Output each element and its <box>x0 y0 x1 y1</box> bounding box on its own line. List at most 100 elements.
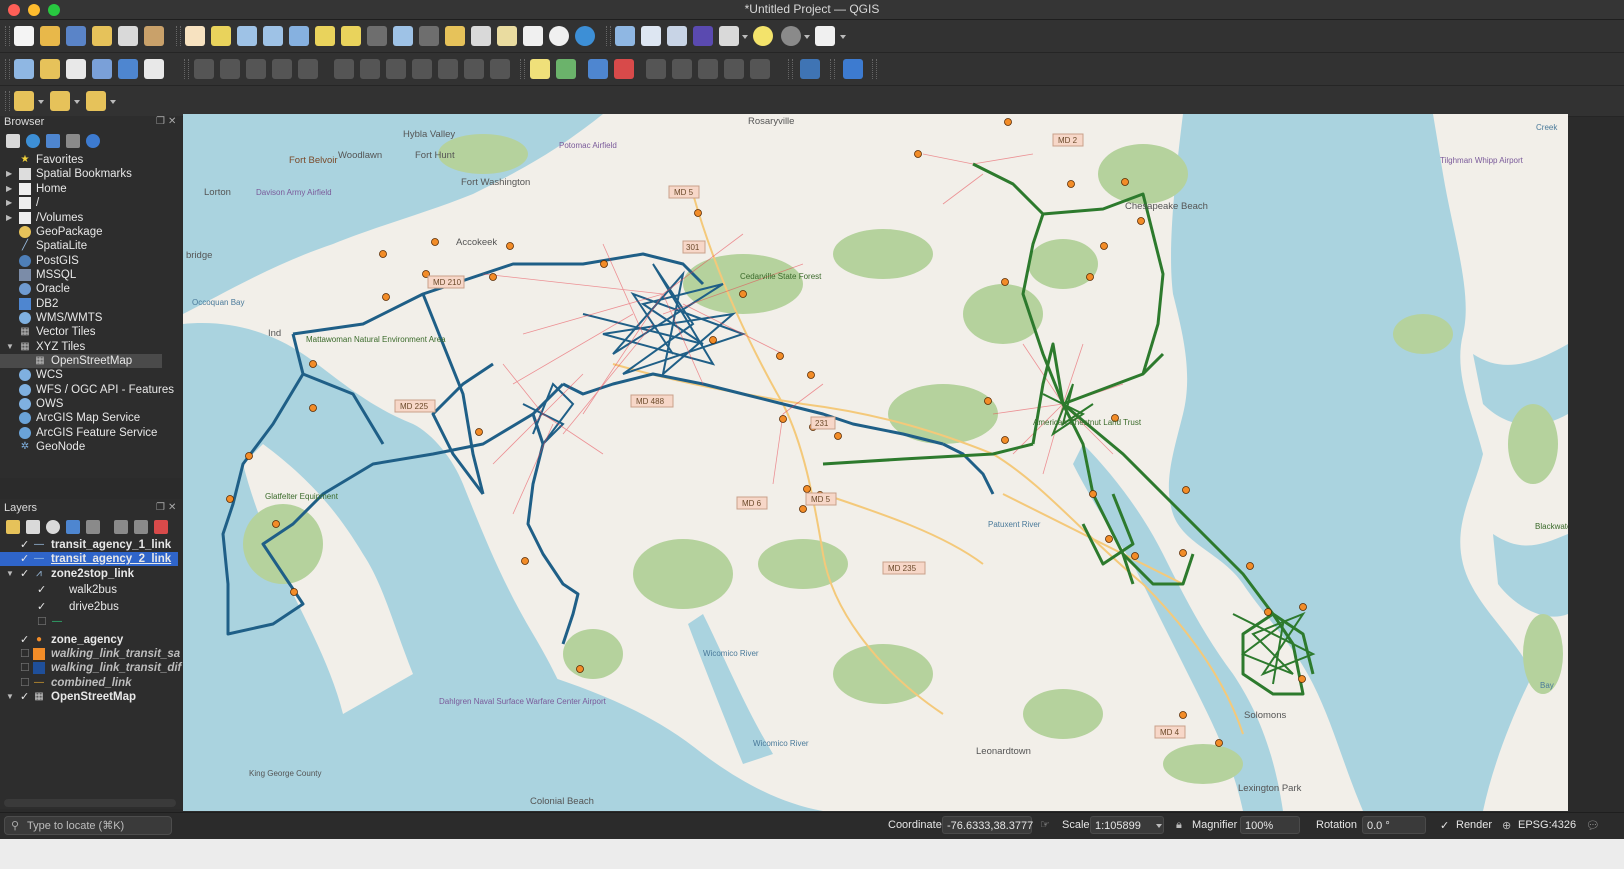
layer-item[interactable]: ▼ ✓ ▦ OpenStreetMap <box>0 690 178 704</box>
select-by-value-icon[interactable] <box>50 91 70 111</box>
measure-icon[interactable] <box>719 26 739 46</box>
change-label-icon[interactable] <box>724 59 744 79</box>
browser-item-arcgis-map[interactable]: ArcGIS Map Service <box>0 411 178 425</box>
statistics-icon[interactable] <box>693 26 713 46</box>
help-icon[interactable] <box>843 59 863 79</box>
gear-icon[interactable] <box>781 26 801 46</box>
browser-item-wfs[interactable]: WFS / OGC API - Features <box>0 383 178 397</box>
layer-item[interactable]: ☐ walking_link_transit_dif <box>0 661 181 675</box>
label-properties-icon[interactable] <box>750 59 770 79</box>
browser-item-volumes[interactable]: ▶/Volumes <box>0 211 178 225</box>
layer-item[interactable]: ☐ — combined_link <box>0 676 178 690</box>
toolbar-grip[interactable] <box>872 59 877 79</box>
deselect-all-icon[interactable] <box>86 91 106 111</box>
style-manager-icon[interactable] <box>144 26 164 46</box>
toggle-extents-icon[interactable]: ☞ <box>1040 818 1050 831</box>
redo-icon[interactable] <box>490 59 510 79</box>
collapse-all-icon[interactable] <box>134 520 148 534</box>
collapse-arrow-icon[interactable]: ▼ <box>6 690 14 704</box>
browser-item-openstreetmap[interactable]: ▦ OpenStreetMap <box>0 354 162 368</box>
browser-item-xyz-tiles[interactable]: ▼ ▦ XYZ Tiles <box>0 340 178 354</box>
layer-checkbox[interactable]: ☐ <box>20 661 30 675</box>
show-hide-labels-icon[interactable] <box>646 59 666 79</box>
modify-attributes-icon[interactable] <box>334 59 354 79</box>
toolbar-grip[interactable] <box>5 59 10 79</box>
close-panel-icon[interactable]: ✕ <box>168 502 176 513</box>
collapse-arrow-icon[interactable]: ▼ <box>6 340 14 354</box>
filter-expression-icon[interactable] <box>86 520 100 534</box>
map-canvas[interactable]: Rosaryville Hybla Valley Potomac Airfiel… <box>183 114 1568 811</box>
crs-icon[interactable]: ⊕ <box>1502 819 1511 832</box>
crs-label[interactable]: EPSG:4326 <box>1518 819 1576 831</box>
save-as-icon[interactable] <box>92 26 112 46</box>
layer-category-item[interactable]: ✓ walk2bus <box>0 583 178 597</box>
browser-item-home[interactable]: ▶ Home <box>0 182 178 196</box>
layer-category-item[interactable]: ☐ — <box>0 615 178 629</box>
edit-pencil-icon[interactable] <box>194 59 214 79</box>
expand-arrow-icon[interactable]: ▶ <box>6 182 12 196</box>
diagram-icon[interactable] <box>556 59 576 79</box>
toolbar-grip[interactable] <box>606 26 611 46</box>
python-console-icon[interactable] <box>800 59 820 79</box>
browser-item-postgis[interactable]: PostGIS <box>0 254 178 268</box>
zoom-in-icon[interactable] <box>237 26 257 46</box>
chevron-down-icon[interactable] <box>742 35 748 39</box>
float-panel-icon[interactable]: ❐ <box>156 116 165 127</box>
open-project-icon[interactable] <box>40 26 60 46</box>
toolbar-grip[interactable] <box>520 59 525 79</box>
toggle-editing-icon[interactable] <box>220 59 240 79</box>
select-features-icon[interactable] <box>14 91 34 111</box>
browser-item-geonode[interactable]: ✲ GeoNode <box>0 440 178 454</box>
temporal-controller-icon[interactable] <box>549 26 569 46</box>
zoom-out-icon[interactable] <box>263 26 283 46</box>
refresh-icon[interactable] <box>575 26 595 46</box>
chevron-down-icon[interactable] <box>38 100 44 104</box>
new-temporary-layer-icon[interactable] <box>118 59 138 79</box>
layer-item[interactable]: ✓ ● zone_agency <box>0 633 178 647</box>
browser-item-wms[interactable]: WMS/WMTS <box>0 311 178 325</box>
visibility-eye-icon[interactable] <box>46 520 60 534</box>
pan-to-selection-icon[interactable] <box>211 26 231 46</box>
zoom-full-icon[interactable] <box>289 26 309 46</box>
expand-all-icon[interactable] <box>114 520 128 534</box>
browser-item-geopackage[interactable]: GeoPackage <box>0 225 178 239</box>
identify-features-icon[interactable] <box>615 26 635 46</box>
expand-arrow-icon[interactable]: ▶ <box>6 167 12 181</box>
cut-features-icon[interactable] <box>386 59 406 79</box>
category-checkbox[interactable]: ☐ <box>37 615 47 629</box>
collapse-all-icon[interactable] <box>66 134 80 148</box>
browser-item-mssql[interactable]: MSSQL <box>0 268 178 282</box>
chevron-down-icon[interactable] <box>804 35 810 39</box>
layer-checkbox[interactable]: ✓ <box>20 690 29 704</box>
browser-item-arcgis-feature[interactable]: ArcGIS Feature Service <box>0 426 178 440</box>
expand-arrow-icon[interactable]: ▶ <box>6 211 12 225</box>
undo-icon[interactable] <box>464 59 484 79</box>
print-layout-icon[interactable] <box>118 26 138 46</box>
layer-category-item[interactable]: ✓ drive2bus <box>0 600 178 614</box>
chevron-down-icon[interactable] <box>110 100 116 104</box>
pin-labels-icon[interactable] <box>614 59 634 79</box>
browser-item-db2[interactable]: DB2 <box>0 297 178 311</box>
chevron-down-icon[interactable] <box>1156 824 1162 828</box>
properties-icon[interactable] <box>86 134 100 148</box>
chevron-down-icon[interactable] <box>74 100 80 104</box>
rotation-field[interactable]: 0.0 ° <box>1362 816 1426 834</box>
map-tips-icon[interactable] <box>753 26 773 46</box>
layer-item[interactable]: ✓ — transit_agency_1_link <box>0 538 178 552</box>
new-bookmark-icon[interactable] <box>497 26 517 46</box>
save-project-icon[interactable] <box>66 26 86 46</box>
filter-legend-icon[interactable] <box>66 520 80 534</box>
browser-item-favorites[interactable]: ★ Favorites <box>0 153 178 167</box>
layer-checkbox[interactable]: ☐ <box>20 647 30 661</box>
new-shapefile-icon[interactable] <box>66 59 86 79</box>
zoom-native-icon[interactable] <box>367 26 387 46</box>
locator-search-input[interactable]: ⚲ Type to locate (⌘K) <box>4 816 172 835</box>
new-virtual-layer-icon[interactable] <box>144 59 164 79</box>
category-checkbox[interactable]: ✓ <box>37 583 46 597</box>
layer-checkbox[interactable]: ✓ <box>20 552 29 566</box>
highlight-pinned-labels-icon[interactable] <box>588 59 608 79</box>
collapse-arrow-icon[interactable]: ▼ <box>6 567 14 581</box>
layer-item[interactable]: ▼ ✓ ⩘ zone2stop_link <box>0 567 178 581</box>
coordinate-field[interactable]: -76.6333,38.3777 <box>942 816 1033 834</box>
layer-checkbox[interactable]: ✓ <box>20 567 29 581</box>
